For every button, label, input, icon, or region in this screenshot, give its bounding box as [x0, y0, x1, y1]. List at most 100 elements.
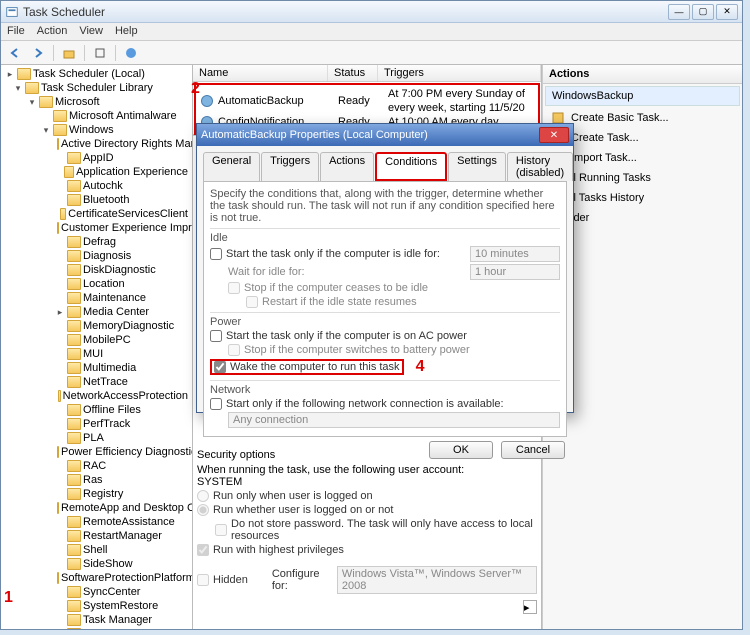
tree-item[interactable]: MobilePC [3, 333, 190, 347]
wake-checkbox[interactable] [214, 361, 226, 373]
tree-item[interactable]: MemoryDiagnostic [3, 319, 190, 333]
tree-windows[interactable]: ▾Windows [3, 123, 190, 137]
folder-icon [53, 124, 67, 136]
tree-item[interactable]: Bluetooth [3, 193, 190, 207]
list-header[interactable]: Name Status Triggers [193, 65, 541, 82]
idle-minutes-combo[interactable]: 10 minutes [470, 246, 560, 262]
dialog-close-button[interactable]: ✕ [539, 127, 569, 143]
tree-item[interactable]: NetTrace [3, 375, 190, 389]
tree-library[interactable]: ▾Task Scheduler Library [3, 81, 190, 95]
tree-item[interactable]: Location [3, 277, 190, 291]
tree-item[interactable]: MUI [3, 347, 190, 361]
no-store-checkbox[interactable] [215, 524, 227, 536]
forward-button[interactable] [28, 43, 48, 63]
scroll-right[interactable]: ▸ [523, 600, 537, 614]
menu-file[interactable]: File [7, 25, 25, 38]
tree-item[interactable]: Diagnosis [3, 249, 190, 263]
tree-item[interactable]: AppID [3, 151, 190, 165]
tree-item[interactable]: NetworkAccessProtection [3, 389, 190, 403]
tree-microsoft[interactable]: ▾Microsoft [3, 95, 190, 109]
tab-conditions[interactable]: Conditions [375, 152, 447, 181]
ac-checkbox[interactable] [210, 330, 222, 342]
tree-item[interactable]: Offline Files [3, 403, 190, 417]
tree-item[interactable]: Autochk [3, 179, 190, 193]
ok-button[interactable]: OK [429, 441, 493, 459]
tree-item[interactable]: SoftwareProtectionPlatform [3, 571, 190, 585]
menubar[interactable]: File Action View Help [1, 23, 742, 41]
folder-icon [67, 348, 81, 360]
help-button[interactable] [121, 43, 141, 63]
minimize-button[interactable]: — [668, 4, 690, 20]
tree-item[interactable]: Maintenance [3, 291, 190, 305]
tree-item[interactable]: Customer Experience Improvement P [3, 221, 190, 235]
folder-icon [67, 558, 81, 570]
menu-view[interactable]: View [79, 25, 103, 38]
tree-item[interactable]: RestartManager [3, 529, 190, 543]
tree-item[interactable]: RemoteAssistance [3, 515, 190, 529]
folder-icon [67, 544, 81, 556]
tree-item[interactable]: PerfTrack [3, 417, 190, 431]
tree-item[interactable]: CertificateServicesClient [3, 207, 190, 221]
tree-antimalware[interactable]: Microsoft Antimalware [3, 109, 190, 123]
stop-batt-checkbox[interactable] [228, 344, 240, 356]
tree-item[interactable]: PLA [3, 431, 190, 445]
tree-item[interactable]: Shell [3, 543, 190, 557]
tree-item[interactable]: Application Experience [3, 165, 190, 179]
col-status[interactable]: Status [328, 65, 378, 81]
run-whether-radio[interactable] [197, 504, 209, 516]
folder-icon [25, 82, 39, 94]
tab-general[interactable]: General [203, 152, 260, 181]
tab-actions[interactable]: Actions [320, 152, 374, 181]
titlebar[interactable]: Task Scheduler — ▢ ✕ [1, 1, 742, 23]
network-checkbox[interactable] [210, 398, 222, 410]
tree-item[interactable]: ▸Media Center [3, 305, 190, 319]
menu-help[interactable]: Help [115, 25, 138, 38]
tree-item[interactable]: Multimedia [3, 361, 190, 375]
tree-item[interactable]: Tcpip [3, 627, 190, 629]
tree-item[interactable]: Ras [3, 473, 190, 487]
tab-settings[interactable]: Settings [448, 152, 506, 181]
tree-item[interactable]: RAC [3, 459, 190, 473]
col-name[interactable]: Name [193, 65, 328, 81]
config-for-combo[interactable]: Windows Vista™, Windows Server™ 2008 [337, 566, 537, 594]
menu-action[interactable]: Action [37, 25, 68, 38]
folder-icon [67, 460, 81, 472]
tree-item[interactable]: RemoteApp and Desktop Connection [3, 501, 190, 515]
tree-item[interactable]: Active Directory Rights Management [3, 137, 190, 151]
maximize-button[interactable]: ▢ [692, 4, 714, 20]
clock-icon [201, 95, 213, 107]
annotation-2: 2 [191, 80, 200, 98]
tree-item[interactable]: SyncCenter [3, 585, 190, 599]
run-logged-on-radio[interactable] [197, 490, 209, 502]
tree-item[interactable]: SystemRestore [3, 599, 190, 613]
back-button[interactable] [5, 43, 25, 63]
tab-history[interactable]: History (disabled) [507, 152, 573, 181]
hidden-checkbox[interactable] [197, 574, 209, 586]
up-button[interactable] [59, 43, 79, 63]
tree-item[interactable]: Task Manager [3, 613, 190, 627]
tree-item[interactable]: Registry [3, 487, 190, 501]
tab-triggers[interactable]: Triggers [261, 152, 319, 181]
cancel-button[interactable]: Cancel [501, 441, 565, 459]
network-combo[interactable]: Any connection [228, 412, 560, 428]
refresh-button[interactable] [90, 43, 110, 63]
actions-header: Actions [543, 65, 742, 84]
restart-idle-checkbox[interactable] [246, 296, 258, 308]
task-row[interactable]: AutomaticBackupReadyAt 7:00 PM every Sun… [198, 87, 536, 115]
tree-item[interactable]: SideShow [3, 557, 190, 571]
network-group: Network Start only if the following netw… [210, 380, 560, 428]
folder-icon [57, 446, 59, 458]
dialog-titlebar[interactable]: AutomaticBackup Properties (Local Comput… [197, 124, 573, 146]
tree-root-item[interactable]: ▸Task Scheduler (Local) [3, 67, 190, 81]
close-button[interactable]: ✕ [716, 4, 738, 20]
stop-idle-checkbox[interactable] [228, 282, 240, 294]
col-triggers[interactable]: Triggers [378, 65, 541, 81]
highest-checkbox[interactable] [197, 544, 209, 556]
tree-item[interactable]: Power Efficiency Diagnostics [3, 445, 190, 459]
start-idle-checkbox[interactable] [210, 248, 222, 260]
tree-item[interactable]: DiskDiagnostic [3, 263, 190, 277]
properties-dialog[interactable]: AutomaticBackup Properties (Local Comput… [196, 123, 574, 413]
tree-item[interactable]: Defrag [3, 235, 190, 249]
wait-idle-combo[interactable]: 1 hour [470, 264, 560, 280]
tree-pane[interactable]: ▸Task Scheduler (Local) ▾Task Scheduler … [1, 65, 193, 629]
